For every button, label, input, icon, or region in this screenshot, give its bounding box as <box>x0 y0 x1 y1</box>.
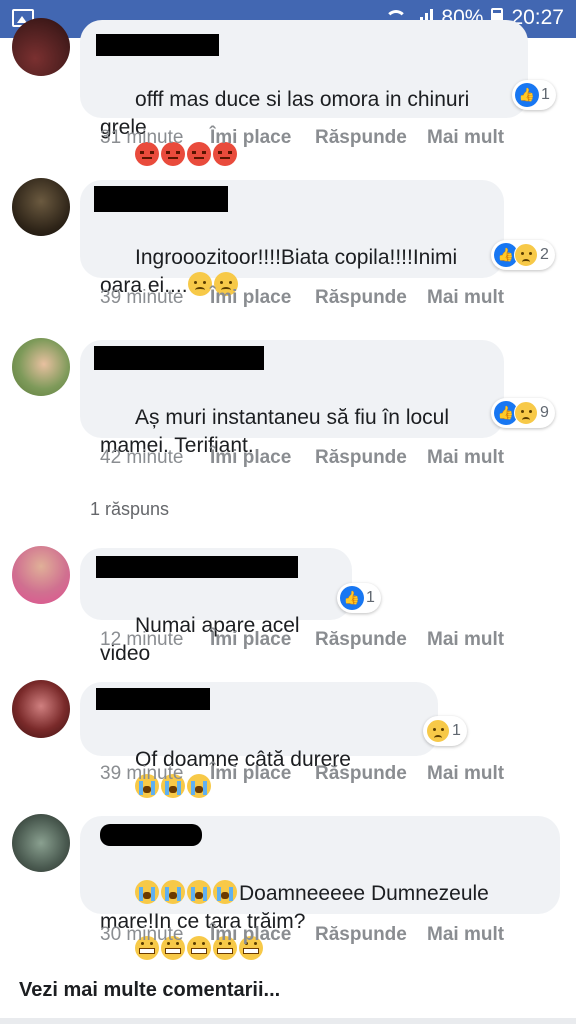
like-button[interactable]: Îmi place <box>210 924 315 946</box>
sob-emoji-icon <box>135 880 160 904</box>
comment-time: 12 minute <box>100 629 184 650</box>
comment-bubble[interactable]: Of doamne câtă durere <box>80 682 438 798</box>
reaction-count: 9 <box>540 404 549 421</box>
avatar[interactable] <box>12 814 70 872</box>
like-button[interactable]: Îmi place <box>210 127 315 149</box>
avatar[interactable] <box>12 680 70 738</box>
like-icon: 👍 <box>515 83 539 107</box>
reply-button[interactable]: Răspunde <box>315 287 427 309</box>
reaction-count: 1 <box>541 86 550 103</box>
comment-bubble[interactable]: Aș muri instantaneu să fiu în locul mame… <box>80 340 504 457</box>
bottom-divider <box>0 1018 576 1024</box>
more-button[interactable]: Mai mult <box>427 287 504 309</box>
like-button[interactable]: Îmi place <box>210 629 315 651</box>
author-name-redacted[interactable] <box>96 556 298 578</box>
reaction-summary[interactable]: 1 <box>423 716 467 746</box>
reply-button[interactable]: Răspunde <box>315 924 427 946</box>
sad-icon <box>426 719 450 743</box>
avatar[interactable] <box>12 338 70 396</box>
author-name-redacted[interactable] <box>96 34 219 56</box>
author-name-redacted[interactable] <box>100 824 202 846</box>
reaction-summary[interactable]: 👍 2 <box>491 240 555 270</box>
sad-icon <box>514 401 538 425</box>
more-button[interactable]: Mai mult <box>427 924 504 946</box>
more-button[interactable]: Mai mult <box>427 447 504 469</box>
like-icon: 👍 <box>340 586 364 610</box>
reaction-count: 1 <box>452 722 461 739</box>
comment-bubble[interactable]: Numai apare acel video <box>80 548 352 665</box>
reaction-summary[interactable]: 👍 9 <box>491 398 555 428</box>
reaction-count: 1 <box>366 589 375 606</box>
reply-button[interactable]: Răspunde <box>315 447 427 469</box>
comment-time: 39 minute <box>100 287 184 308</box>
like-button[interactable]: Îmi place <box>210 287 315 309</box>
comment-time: 31 minute <box>100 127 184 148</box>
comment-bubble[interactable]: Ingrooozitoor!!!!Biata copila!!!!Inimi o… <box>80 180 504 297</box>
comment-time: 30 minute <box>100 924 184 945</box>
more-button[interactable]: Mai mult <box>427 629 504 651</box>
like-button[interactable]: Îmi place <box>210 763 315 785</box>
reply-button[interactable]: Răspunde <box>315 127 427 149</box>
reaction-summary[interactable]: 👍 1 <box>337 583 381 613</box>
author-name-redacted[interactable] <box>96 688 210 710</box>
author-name-redacted[interactable] <box>94 186 228 212</box>
comment-time: 42 minute <box>100 447 184 468</box>
reply-button[interactable]: Răspunde <box>315 763 427 785</box>
more-button[interactable]: Mai mult <box>427 127 504 149</box>
reaction-summary[interactable]: 👍 1 <box>512 80 556 110</box>
author-name-redacted[interactable] <box>94 346 264 370</box>
comment-bubble[interactable]: offf mas duce si las omora in chinuri gr… <box>80 20 528 166</box>
avatar[interactable] <box>12 546 70 604</box>
avatar[interactable] <box>12 18 70 76</box>
comment-bubble[interactable]: Doamneeeee Dumnezeule mare!In ce tara tr… <box>80 816 560 960</box>
see-more-comments-link[interactable]: Vezi mai multe comentarii... <box>19 979 280 1002</box>
comment-time: 39 minute <box>100 763 184 784</box>
like-button[interactable]: Îmi place <box>210 447 315 469</box>
more-button[interactable]: Mai mult <box>427 763 504 785</box>
sob-emoji-icon <box>213 880 238 904</box>
sob-emoji-icon <box>187 880 212 904</box>
sad-icon <box>514 243 538 267</box>
avatar[interactable] <box>12 178 70 236</box>
view-replies-link[interactable]: 1 răspuns <box>90 499 169 520</box>
reply-button[interactable]: Răspunde <box>315 629 427 651</box>
sob-emoji-icon <box>161 880 186 904</box>
reaction-count: 2 <box>540 246 549 263</box>
